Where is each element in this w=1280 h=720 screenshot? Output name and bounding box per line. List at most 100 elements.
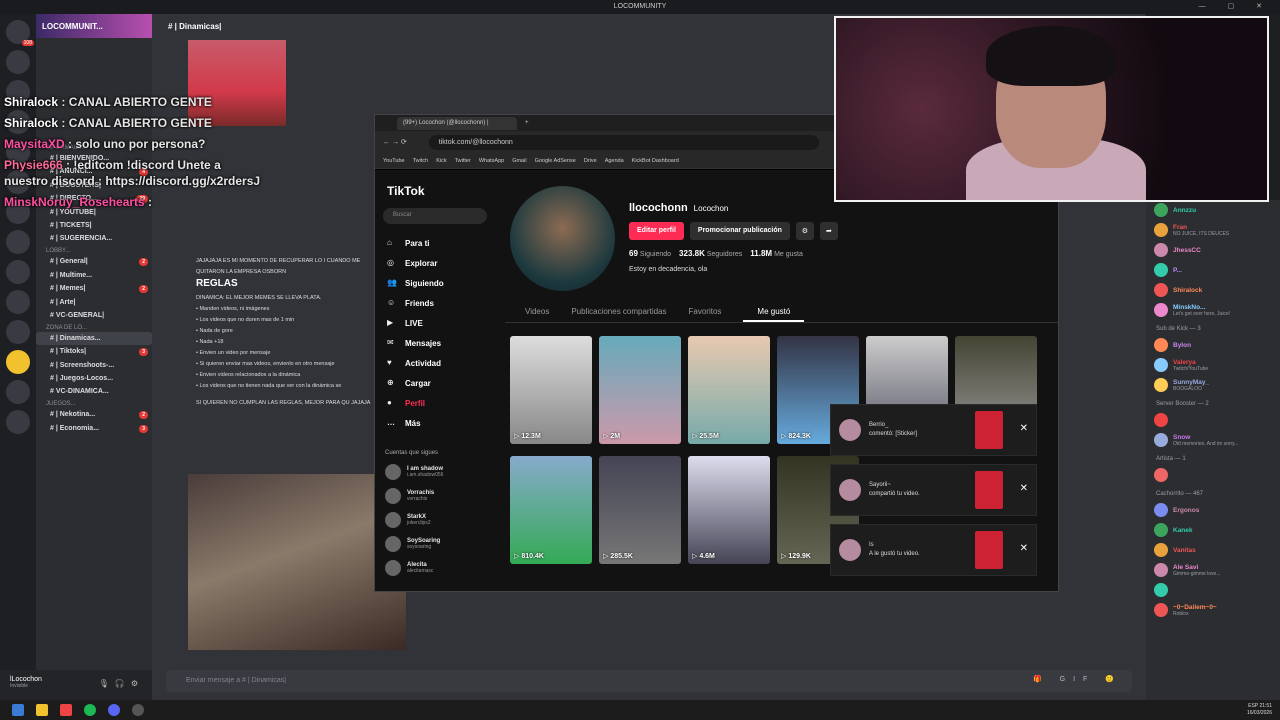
channel-item[interactable]: # | Nekotina... 2 [36,408,152,422]
server-icon[interactable] [6,290,30,314]
channel-item[interactable]: # | SUGERENCIA... [36,232,152,245]
server-icon[interactable] [6,50,30,74]
member-item[interactable]: Vanitas [1146,540,1280,560]
tab-3[interactable]: Favoritos [689,303,722,322]
category-lobby[interactable]: LOBBY... [36,245,152,255]
member-item[interactable]: MinskNo... Let's get over here, Juice! [1146,300,1280,320]
category-games[interactable]: JUEGOS... [36,398,152,408]
bookmark-item[interactable]: Gmail [512,158,526,164]
server-icon[interactable] [6,260,30,284]
member-item[interactable] [1146,580,1280,600]
bookmark-item[interactable]: KickBot Dashboard [632,158,679,164]
promote-button[interactable]: Promocionar publicación [689,222,790,240]
chrome-icon[interactable] [60,704,72,716]
search-input[interactable]: Buscar [383,208,487,224]
close-icon[interactable]: ✕ [1020,543,1028,554]
nav-más[interactable]: … Más [375,414,495,434]
video-thumbnail[interactable] [975,411,1003,449]
server-icon[interactable]: 108 [6,20,34,46]
obs-icon[interactable] [132,704,144,716]
notification[interactable]: Berrio_ comentó: [Sticker] ✕ [830,404,1037,456]
member-item[interactable]: Annzzu [1146,200,1280,220]
voice-controls[interactable]: 🎙🎧⚙ [99,679,144,688]
bookmark-item[interactable]: WhatsApp [479,158,504,164]
bookmark-item[interactable]: Twitch [413,158,429,164]
member-item[interactable]: Valerya Twitch/YouTube [1146,355,1280,375]
nav-para-ti[interactable]: ⌂ Para ti [375,234,495,254]
browser-tab[interactable]: (99+) Locochon (@llocochonn) | [397,116,517,130]
server-icon[interactable] [6,320,30,344]
tab-4[interactable]: Me gustó [743,303,805,322]
member-item[interactable] [1146,410,1280,430]
nav-cargar[interactable]: ⊕ Cargar [375,374,495,394]
composer-icons[interactable]: 🎁 GIF 🙂 [1033,675,1122,683]
bookmark-item[interactable]: Agenda [605,158,624,164]
close-icon[interactable]: ✕ [1020,423,1028,434]
video-thumbnail[interactable] [975,471,1003,509]
channel-item[interactable]: # | TICKETS| [36,219,152,232]
member-item[interactable]: Shiralock [1146,280,1280,300]
tab-2[interactable]: Publicaciones compartidas [571,303,666,322]
tiktok-logo[interactable]: TikTok [375,170,495,198]
discord-icon[interactable] [108,704,120,716]
channel-item[interactable]: # | General| 2 [36,255,152,269]
channel-item[interactable]: # | Screenshoots-... [36,359,152,372]
member-item[interactable]: Ergonos [1146,500,1280,520]
edit-profile-button[interactable]: Editar perfil [629,222,684,240]
member-item[interactable]: P... [1146,260,1280,280]
new-tab-button[interactable]: + [525,120,529,126]
system-tray[interactable]: ESP 21:51 16/03/2026 [1247,703,1272,717]
nav-siguiendo[interactable]: 👥 Siguiendo [375,274,495,294]
video-tile[interactable]: ▷ 12.3M [510,336,592,444]
url-field[interactable]: tiktok.com/@llocochonn [428,134,819,150]
nav-live[interactable]: ▶ LIVE [375,314,495,334]
add-server-icon[interactable] [6,380,30,404]
tab-1[interactable]: Videos [525,303,549,322]
file-explorer-icon[interactable] [36,704,48,716]
server-icon[interactable] [6,230,30,254]
member-item[interactable]: Fran NO JUICE, ITS DEUCES [1146,220,1280,240]
following-stat[interactable]: 69 Siguiendo [629,249,671,258]
nav-explorar[interactable]: ◎ Explorar [375,254,495,274]
bookmark-item[interactable]: Drive [584,158,597,164]
channel-item[interactable]: # | Economia... 3 [36,422,152,436]
member-item[interactable]: SunnyMay_ BOOGALOO [1146,375,1280,395]
member-item[interactable] [1146,465,1280,485]
window-controls[interactable]: — ▢ ✕ [1199,0,1272,14]
nav-friends[interactable]: ☺ Friends [375,294,495,314]
member-item[interactable]: Kanek [1146,520,1280,540]
video-tile[interactable]: ▷ 285.5K [599,456,681,564]
channel-item[interactable]: # | Dinamicas... [36,332,152,345]
followers-stat[interactable]: 323.8K Seguidores [679,249,742,258]
following-item[interactable]: Vorrachis vorrachis [375,484,495,508]
bookmark-item[interactable]: Kick [436,158,446,164]
settings-icon[interactable]: ⚙ [795,222,814,240]
nav-perfil[interactable]: ● Perfil [375,394,495,414]
video-thumbnail[interactable] [975,531,1003,569]
nav-actividad[interactable]: ♥ Actividad [375,354,495,374]
following-item[interactable]: I am shadow i.am.shadow056 [375,460,495,484]
explore-icon[interactable] [6,410,30,434]
message-composer[interactable]: Enviar mensaje a # | Dinamicas| 🎁 GIF 🙂 [166,670,1132,692]
share-icon[interactable]: ➦ [819,222,838,240]
profile-avatar[interactable] [510,186,615,291]
member-item[interactable]: Ale Savi Gimme-gimme love... [1146,560,1280,580]
video-tile[interactable]: ▷ 4.6M [688,456,770,564]
channel-item[interactable]: # VC-DINAMICA... [36,385,152,398]
member-item[interactable]: ByIon [1146,335,1280,355]
user-name[interactable]: lLocochon [10,676,42,683]
channel-item[interactable]: # | Memes| 2 [36,282,152,296]
member-item[interactable]: JhessCC [1146,240,1280,260]
channel-item[interactable]: # | Arte| [36,296,152,309]
nav-mensajes[interactable]: ✉ Mensajes [375,334,495,354]
channel-item[interactable]: # VC-GENERAL| [36,309,152,322]
bookmark-item[interactable]: YouTube [383,158,405,164]
member-item[interactable]: ~0~Dailem~0~ Roblox [1146,600,1280,620]
channel-item[interactable]: # | Juegos-Locos... [36,372,152,385]
start-icon[interactable] [12,704,24,716]
category-zone[interactable]: ZONA DE LO... [36,322,152,332]
video-tile[interactable]: ▷ 2M [599,336,681,444]
following-item[interactable]: SoySoaring soysoaring [375,532,495,556]
server-icon[interactable] [6,350,30,374]
notification[interactable]: Is A le gustó tu video. ✕ [830,524,1037,576]
